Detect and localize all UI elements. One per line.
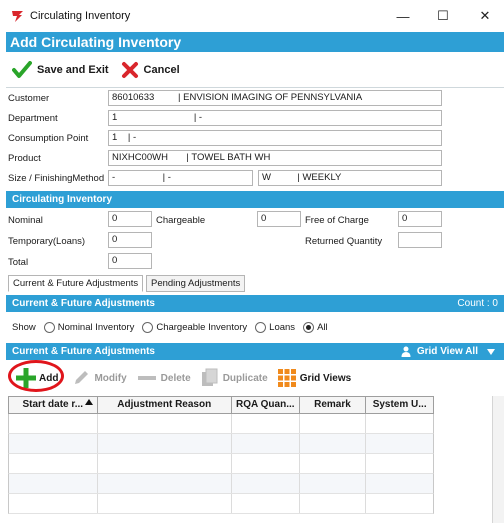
save-and-exit-button[interactable]: Save and Exit [12,61,109,79]
app-logo-icon [12,11,23,22]
dialog-toolbar: Save and Exit Cancel [6,54,504,86]
window-title: Circulating Inventory [30,10,131,22]
table-row [8,494,434,514]
grid-section-header: Current & Future Adjustments Grid View A… [6,343,504,360]
customer-field[interactable]: 86010633 | ENVISION IMAGING OF PENNSYLVA… [108,90,442,106]
column-header-adjustment-reason[interactable]: Adjustment Reason [98,397,232,413]
total-field: 0 [108,253,152,269]
temporary-loans-field[interactable]: 0 [108,232,152,248]
column-header-remark[interactable]: Remark [300,397,367,413]
table-row [8,474,434,494]
column-header-system-user[interactable]: System U... [366,397,433,413]
tab-current-future-adjustments[interactable]: Current & Future Adjustments [8,275,144,292]
grid-views-label: Grid Views [299,372,352,384]
save-and-exit-label: Save and Exit [37,64,109,76]
radio-all-label: All [317,321,328,333]
product-label: Product [8,153,41,164]
add-button[interactable]: Add [8,360,64,392]
grid-section-title: Current & Future Adjustments [12,346,155,357]
nominal-label: Nominal [8,215,43,226]
customer-label: Customer [8,93,50,104]
radio-all[interactable] [303,321,315,333]
radio-nominal-inventory[interactable] [43,321,55,333]
toolbar-divider [6,87,504,88]
grid-view-all-label: Grid View All [416,346,478,357]
adjustments-grid: Start date r... Adjustment Reason RQA Qu… [8,396,434,514]
radio-loans[interactable] [255,321,267,333]
returned-quantity-field[interactable] [398,232,442,248]
radio-loans-label: Loans [269,321,296,333]
close-button[interactable]: ✕ [462,0,504,32]
radio-nominal-inventory-label: Nominal Inventory [57,321,135,333]
dialog-title: Add Circulating Inventory [6,32,504,52]
size-finishing-label: Size / FinishingMethod [8,173,105,184]
column-header-rqa-quantity[interactable]: RQA Quan... [232,397,300,413]
circulating-inventory-header: Circulating Inventory [6,191,504,208]
count-label: Count : 0 [457,298,498,309]
user-icon [401,346,411,357]
cancel-button[interactable]: Cancel [121,61,180,79]
show-label: Show [12,321,36,333]
adjustments-title: Current & Future Adjustments [12,298,155,309]
chargeable-field[interactable]: 0 [257,211,301,227]
checkmark-icon [12,61,32,78]
chargeable-label: Chargeable [156,215,206,226]
product-field[interactable]: NIXHC00WH | TOWEL BATH WH [108,150,442,166]
size-field[interactable]: - | - [108,170,253,186]
grid-view-all-button[interactable]: Grid View All [401,343,496,360]
cancel-label: Cancel [143,64,180,76]
show-filter-row: Show Nominal Inventory Chargeable Invent… [6,317,504,337]
sort-asc-icon [84,399,93,405]
radio-chargeable-inventory[interactable] [142,321,154,333]
total-label: Total [8,257,29,268]
free-of-charge-field[interactable]: 0 [398,211,442,227]
delete-button[interactable]: Delete [137,369,191,387]
grid-toolbar: Add Modify Delete Duplicate Grid Views [6,360,504,392]
department-label: Department [8,113,58,124]
returned-quantity-label: Returned Quantity [305,236,383,247]
duplicate-label: Duplicate [222,372,268,384]
grid-scrollbar[interactable] [492,396,504,523]
table-row [8,454,434,474]
copy-icon [201,368,218,386]
highlight-circle [8,360,64,392]
temporary-loans-label: Temporary(Loans) [8,236,86,247]
nominal-field[interactable]: 0 [108,211,152,227]
column-header-start-date[interactable]: Start date r... [9,397,98,413]
chevron-down-icon [487,348,495,355]
modify-button[interactable]: Modify [72,369,127,387]
grid-views-button[interactable]: Grid Views [277,369,352,387]
modify-label: Modify [94,372,127,384]
free-of-charge-label: Free of Charge [305,215,369,226]
duplicate-button[interactable]: Duplicate [201,368,268,388]
department-field[interactable]: 1 | - [108,110,442,126]
consumption-point-label: Consumption Point [8,133,89,144]
delete-label: Delete [160,372,191,384]
radio-chargeable-inventory-label: Chargeable Inventory [156,321,248,333]
table-row [8,414,434,434]
consumption-point-field[interactable]: 1 | - [108,130,442,146]
finishing-method-field[interactable]: W | WEEKLY [258,170,442,186]
grid-header-row: Start date r... Adjustment Reason RQA Qu… [8,396,434,414]
pencil-icon [75,371,89,384]
grid-icon [277,369,296,387]
cancel-x-icon [121,62,138,78]
table-row [8,434,434,454]
adjustments-header: Current & Future Adjustments Count : 0 [6,295,504,312]
maximize-button[interactable]: ☐ [420,0,466,32]
window-titlebar: Circulating Inventory — ☐ ✕ [0,0,504,32]
tab-pending-adjustments[interactable]: Pending Adjustments [146,275,246,292]
minus-icon [137,376,156,380]
